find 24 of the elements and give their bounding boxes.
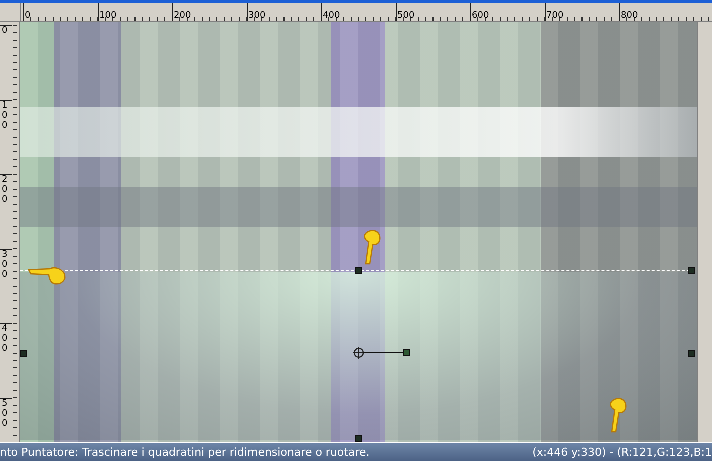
ruler-label: 700 [546,11,564,21]
pointing-hand-icon [28,266,68,286]
ruler-label: 0 [1,26,9,36]
cursor-readout: (x:446 y:330) - (R:121,G:123,B:1 [532,446,712,458]
ruler-label: 200 [1,175,9,205]
ruler-label: 400 [1,324,9,354]
resize-handle[interactable] [688,267,695,274]
ruler-label: 200 [173,11,192,21]
status-message: nto Puntatore: Trascinare i quadratini per ridimensionare o ruotare. [0,446,370,458]
resize-handle[interactable] [688,350,695,357]
ruler-label: 600 [471,11,490,21]
resize-handle[interactable] [355,267,362,274]
ruler-label: 500 [396,11,415,21]
resize-handle[interactable] [355,435,362,442]
ruler-label: 100 [1,100,9,130]
ruler-label: 0 [24,11,31,21]
ruler-label: 100 [98,11,117,21]
ruler-label: 300 [248,11,266,21]
ruler-label: 500 [1,398,9,428]
ruler-label: 300 [1,250,9,280]
ruler-label: 400 [322,11,340,21]
ruler-label: 800 [620,11,638,21]
rotation-handle[interactable] [353,347,411,359]
resize-handle[interactable] [20,350,27,357]
